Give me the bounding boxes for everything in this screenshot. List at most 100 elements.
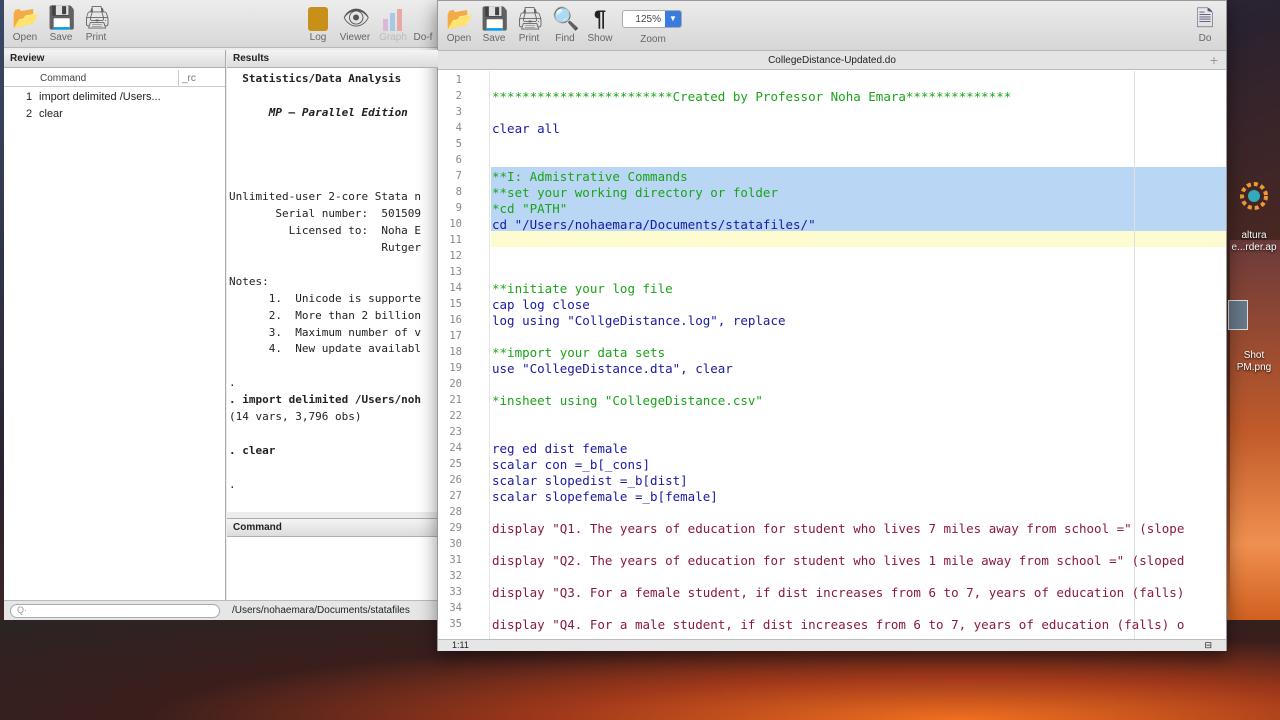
code-line[interactable]: display "Q2. The years of education for … <box>492 553 1184 568</box>
results-line: MP – Parallel Edition <box>229 105 408 119</box>
code-line[interactable]: reg ed dist female <box>492 441 627 456</box>
stata-main-window: 📂 Open 💾 Save 🖨 Print Log 👁 Viewer Graph <box>4 0 438 620</box>
editor-print-label: Print <box>518 33 540 44</box>
results-line: . clear <box>229 443 276 457</box>
graph-button[interactable]: Graph <box>374 2 412 43</box>
zoom-select[interactable]: 125% ▼ <box>622 10 682 28</box>
line-number: 12 <box>449 250 462 262</box>
code-line[interactable]: **set your working directory or folder <box>492 185 778 200</box>
results-line: (14 vars, 3,796 obs) <box>229 410 362 423</box>
desktop-icon-label: altura e...rder.ap <box>1231 230 1277 253</box>
code-line[interactable]: scalar con =_b[_cons] <box>492 457 650 472</box>
line-number: 23 <box>449 426 462 438</box>
line-number: 24 <box>449 442 462 454</box>
printer-icon: 🖨 <box>83 5 111 30</box>
results-line: 4. New update availabl <box>229 342 422 356</box>
desktop-icon-kaltura[interactable]: altura e...rder.ap <box>1228 170 1280 260</box>
code-line[interactable]: scalar slopefemale =_b[female] <box>492 489 718 504</box>
code-line[interactable]: **I: Admistrative Commands <box>492 169 688 184</box>
code-line[interactable]: *insheet using "CollegeDistance.csv" <box>492 393 763 408</box>
print-label: Print <box>85 32 107 43</box>
results-line: . <box>229 376 236 390</box>
find-label: Find <box>555 33 575 44</box>
results-line: Statistics/Data Analysis <box>229 72 402 85</box>
printer-icon: 🖨 <box>516 6 544 31</box>
find-icon: 🔍 <box>552 6 580 31</box>
desktop-icon-label: Shot PM.png <box>1236 350 1272 373</box>
results-line: . <box>229 477 236 491</box>
editor-tab-title[interactable]: CollegeDistance-Updated.do <box>438 51 1226 70</box>
viewer-button[interactable]: 👁 Viewer <box>336 2 374 43</box>
line-number: 14 <box>449 282 462 294</box>
review-col-command[interactable]: Command <box>40 73 86 84</box>
print-button[interactable]: 🖨 Print <box>77 2 115 43</box>
do-file-button[interactable]: Do-f <box>408 2 438 43</box>
results-line: 1. Unicode is supporte <box>229 291 422 305</box>
code-line[interactable]: display "Q3. For a female student, if di… <box>492 585 1184 600</box>
do-run-label: Do <box>1198 33 1212 44</box>
line-number: 8 <box>455 186 462 198</box>
line-number: 1 <box>455 74 462 86</box>
line-number: 21 <box>449 394 462 406</box>
code-line[interactable]: scalar slopedist =_b[dist] <box>492 473 688 488</box>
line-number: 3 <box>455 106 462 118</box>
code-line[interactable]: **initiate your log file <box>492 281 673 296</box>
line-number: 26 <box>449 474 462 486</box>
code-line[interactable]: **import your data sets <box>492 345 665 360</box>
open-button[interactable]: 📂 Open <box>6 2 44 43</box>
graph-label: Graph <box>379 32 407 43</box>
line-number: 15 <box>449 298 462 310</box>
line-number: 11 <box>449 234 462 246</box>
line-number: 20 <box>449 378 462 390</box>
log-book-icon <box>305 4 331 32</box>
folder-open-icon: 📂 <box>12 5 40 30</box>
editor-save-label: Save <box>482 33 506 44</box>
do-file-editor-window: 📂 Open 💾 Save 🖨 Print 🔍 Find ¶ Show 125%… <box>437 0 1227 651</box>
code-line[interactable]: ************************Created by Profe… <box>492 89 1011 104</box>
line-number: 22 <box>449 410 462 422</box>
line-number: 4 <box>455 122 462 134</box>
zoom-value: 125% <box>635 14 661 25</box>
review-item-command: clear <box>39 108 63 120</box>
results-line: Licensed to: Noha E <box>229 224 422 238</box>
editor-toolbar: 📂 Open 💾 Save 🖨 Print 🔍 Find ¶ Show 125%… <box>438 1 1226 51</box>
current-line-highlight <box>491 231 1226 247</box>
code-area[interactable]: 1 2 ************************Created by Pro… <box>438 71 1226 639</box>
code-line[interactable]: cap log close <box>492 297 590 312</box>
desktop-icon-screenshot[interactable]: Shot PM.png <box>1228 296 1280 380</box>
review-item[interactable]: 1 import delimited /Users... <box>4 91 225 107</box>
log-button[interactable]: Log <box>299 2 337 43</box>
pilcrow-icon: ¶ <box>593 6 607 31</box>
save-button[interactable]: 💾 Save <box>42 2 80 43</box>
editor-open-button[interactable]: 📂 Open <box>440 3 478 44</box>
review-search-input[interactable]: Q· <box>10 604 220 618</box>
line-number: 9 <box>455 202 462 214</box>
code-line[interactable]: use "CollegeDistance.dta", clear <box>492 361 733 376</box>
code-line[interactable]: *cd "PATH" <box>492 201 567 216</box>
editor-print-button[interactable]: 🖨 Print <box>510 3 548 44</box>
results-pane-title: Results <box>227 50 438 68</box>
show-button[interactable]: ¶ Show <box>581 3 619 44</box>
resize-icon[interactable]: ⊟ <box>1204 640 1212 651</box>
review-item[interactable]: 2 clear <box>4 108 225 124</box>
review-col-rc[interactable]: _rc <box>182 73 196 84</box>
line-number: 17 <box>449 330 462 342</box>
new-tab-button[interactable]: + <box>1210 52 1218 68</box>
code-line[interactable]: display "Q1. The years of education for … <box>492 521 1184 536</box>
line-number: 30 <box>449 538 462 550</box>
editor-save-button[interactable]: 💾 Save <box>475 3 513 44</box>
line-number: 33 <box>449 586 462 598</box>
code-line[interactable]: log using "CollgeDistance.log", replace <box>492 313 786 328</box>
do-run-button[interactable]: 🗎 Do <box>1186 3 1224 44</box>
chevron-down-icon: ▼ <box>665 11 681 27</box>
command-pane[interactable]: Command <box>227 518 438 602</box>
line-number: 31 <box>449 554 462 566</box>
code-line[interactable]: display "Q4. For a male student, if dist… <box>492 617 1184 632</box>
results-pane: Statistics/Data Analysis MP – Parallel E… <box>227 50 438 512</box>
find-button[interactable]: 🔍 Find <box>546 3 584 44</box>
line-number: 6 <box>455 154 462 166</box>
code-line[interactable]: cd "/Users/nohaemara/Documents/statafile… <box>492 217 816 232</box>
working-directory-path: /Users/nohaemara/Documents/statafiles <box>232 605 410 616</box>
results-line: 3. Maximum number of v <box>229 325 422 339</box>
code-line[interactable]: clear all <box>492 121 560 136</box>
